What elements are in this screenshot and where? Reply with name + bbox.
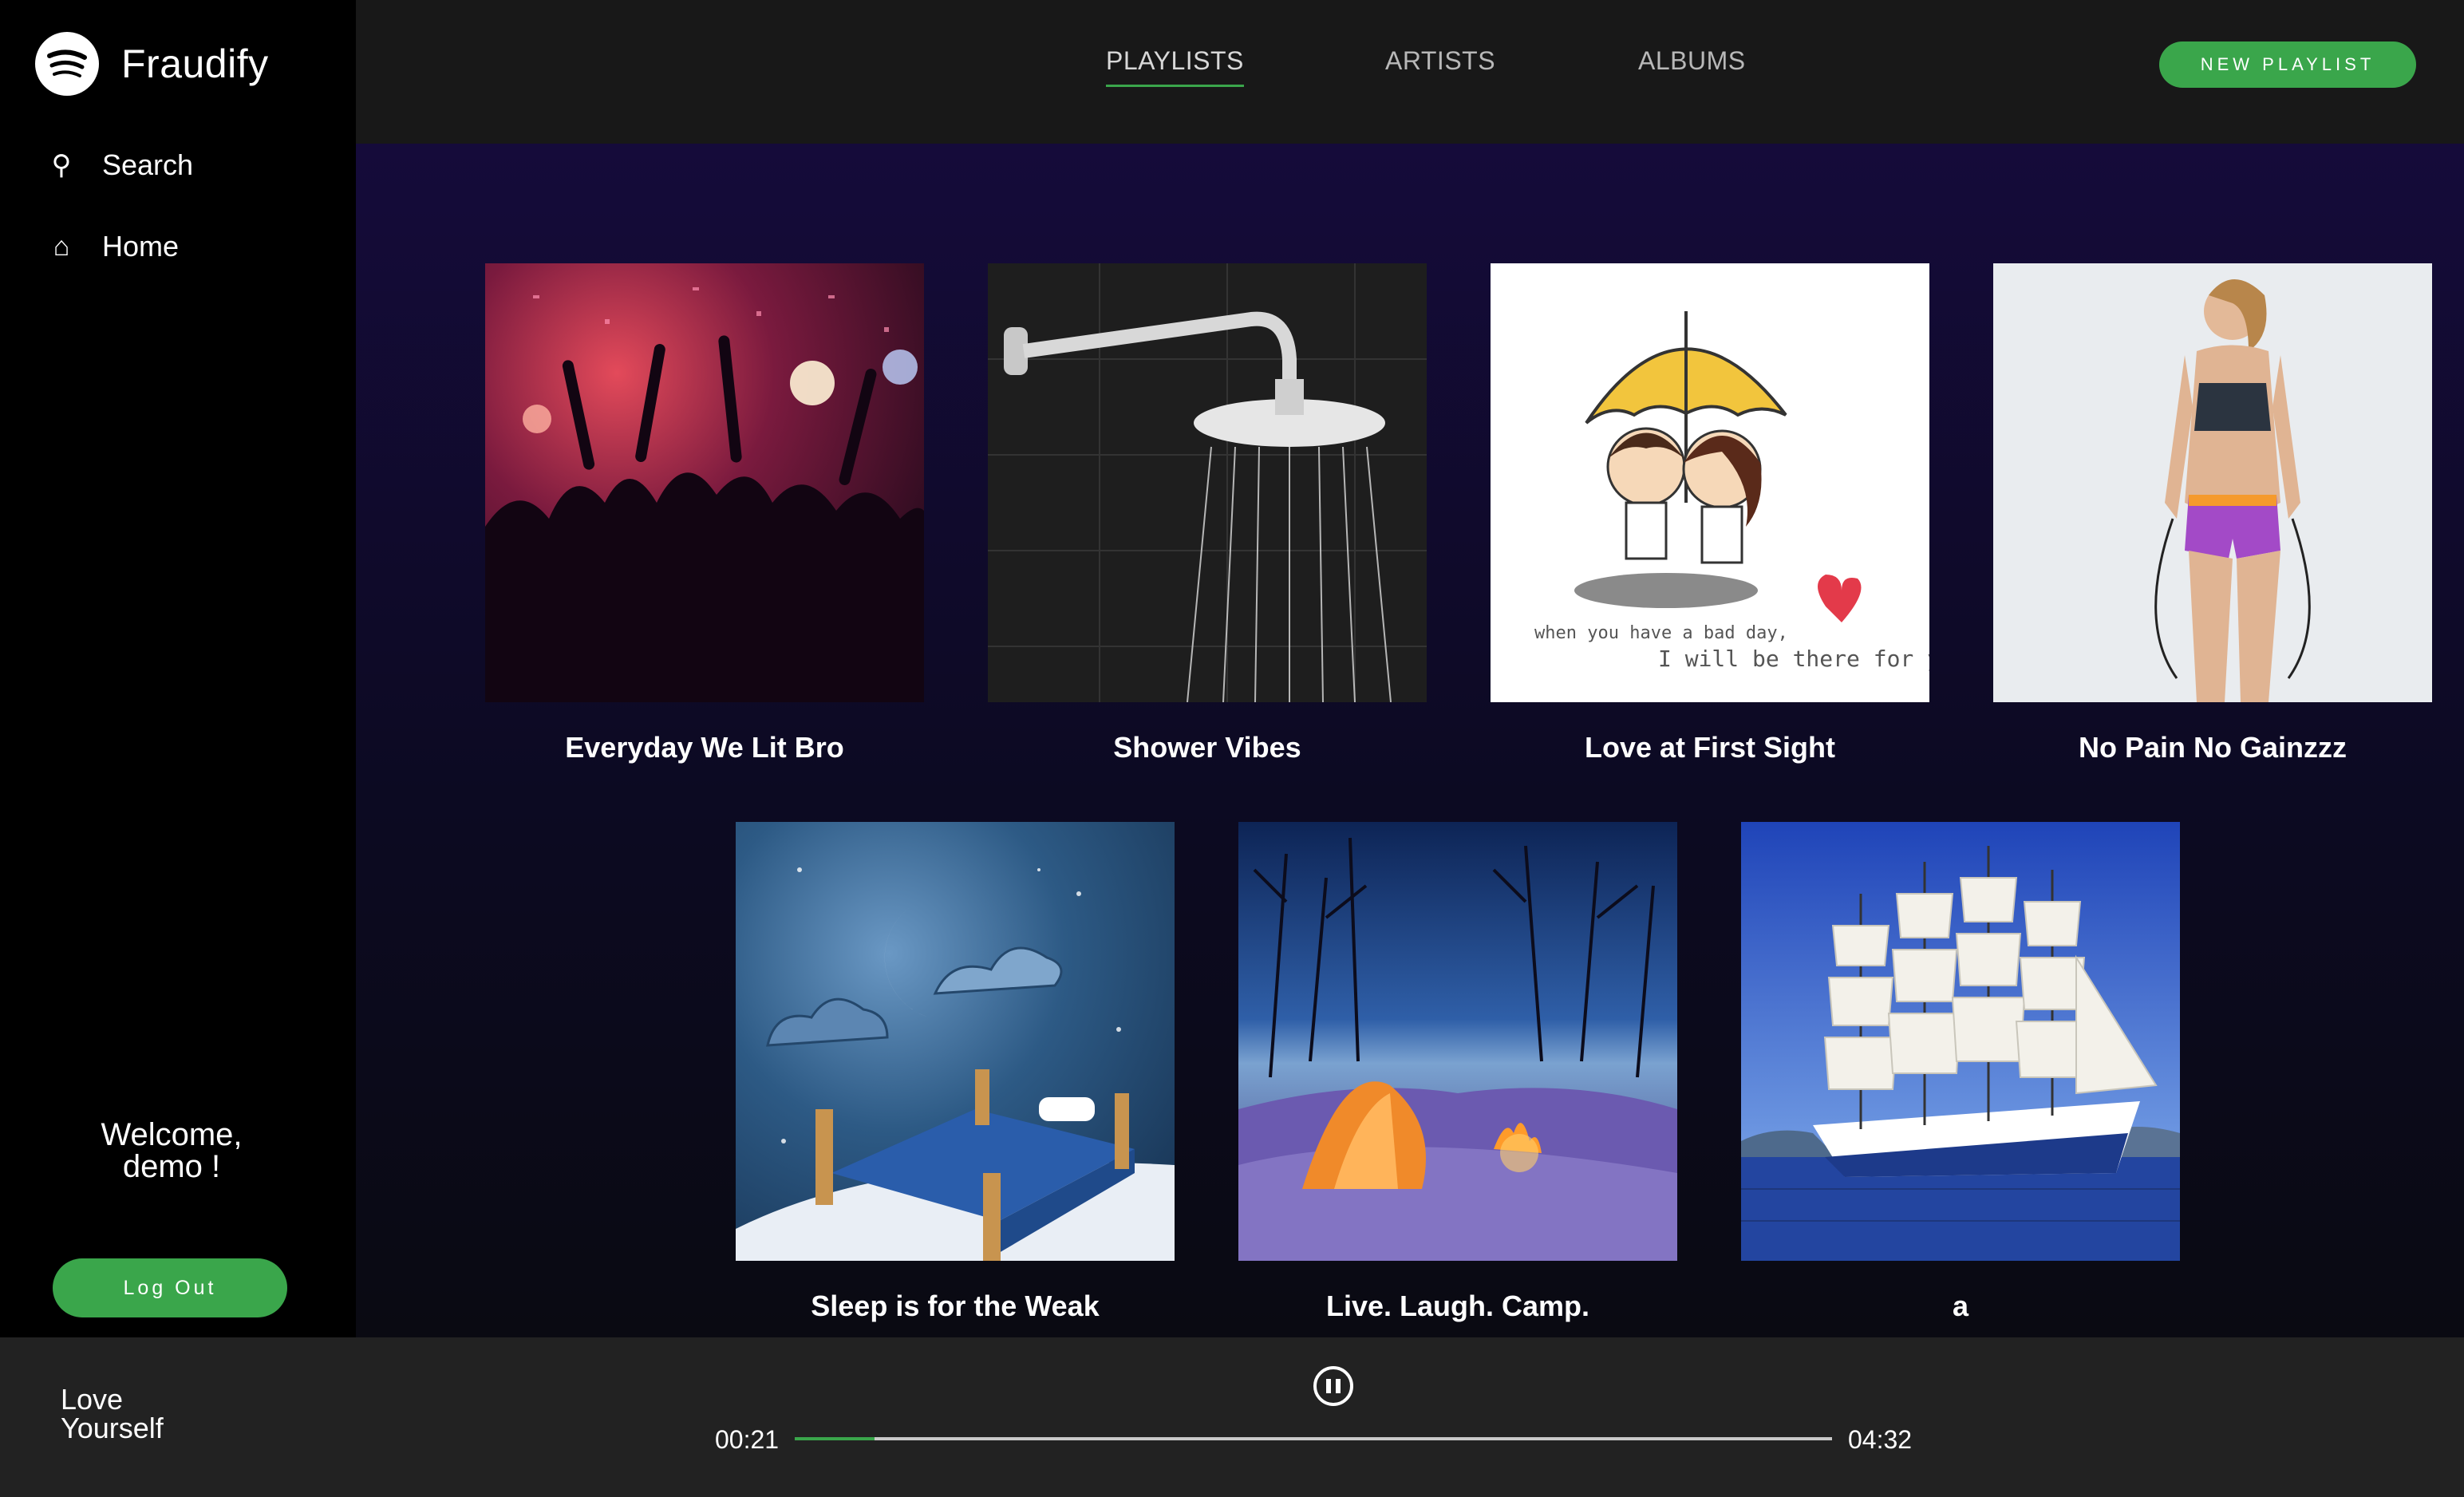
brand[interactable]: Fraudify	[35, 32, 269, 96]
search-icon: ⚲	[51, 150, 72, 180]
log-out-button[interactable]: Log Out	[53, 1258, 287, 1317]
playlist-cover-image[interactable]: when you have a bad day, I will be there…	[1491, 263, 1929, 702]
tab-artists[interactable]: ARTISTS	[1385, 46, 1495, 76]
playlist-card[interactable]: Shower Vibes	[988, 263, 1427, 764]
total-time: 04:32	[1848, 1425, 1913, 1454]
playlist-title[interactable]: a	[1741, 1290, 2180, 1323]
welcome-message: Welcome, demo !	[0, 1119, 343, 1183]
sidebar-item-search[interactable]: ⚲ Search	[49, 148, 194, 182]
playlist-card[interactable]: when you have a bad day, I will be there…	[1491, 263, 1929, 764]
playlist-title[interactable]: Live. Laugh. Camp.	[1238, 1290, 1677, 1323]
pause-icon[interactable]	[1313, 1366, 1353, 1406]
home-icon: ⌂	[53, 231, 70, 262]
playlist-title[interactable]: Sleep is for the Weak	[736, 1290, 1175, 1323]
playlist-card[interactable]: Live. Laugh. Camp.	[1238, 822, 1677, 1323]
top-bar: PLAYLISTS ARTISTS ALBUMS NEW PLAYLIST	[356, 0, 2464, 144]
playlist-title[interactable]: Love at First Sight	[1491, 731, 1929, 764]
sidebar-item-label: Home	[102, 230, 180, 263]
playlist-card[interactable]: a	[1741, 822, 2180, 1323]
cover-caption-line: when you have a bad day,	[1534, 623, 1788, 643]
playlist-title[interactable]: Everyday We Lit Bro	[485, 731, 924, 764]
welcome-line: Welcome,	[101, 1117, 243, 1152]
playlist-title[interactable]: Shower Vibes	[988, 731, 1427, 764]
sidebar-item-home[interactable]: ⌂ Home	[49, 230, 179, 263]
fraudify-logo-icon	[35, 32, 99, 96]
tab-albums[interactable]: ALBUMS	[1638, 46, 1746, 76]
now-playing-title: Love Yourself	[61, 1383, 164, 1444]
playlist-cover-image[interactable]	[1741, 822, 2180, 1261]
playlist-card[interactable]: Sleep is for the Weak	[736, 822, 1175, 1323]
welcome-username: demo !	[122, 1149, 221, 1184]
playlist-title[interactable]: No Pain No Gainzzz	[1993, 731, 2432, 764]
tab-playlists[interactable]: PLAYLISTS	[1106, 46, 1244, 87]
playlist-card[interactable]: Everyday We Lit Bro	[485, 263, 924, 764]
cover-caption-line: I will be there for you.	[1658, 646, 1929, 672]
progress-bar[interactable]	[795, 1437, 1832, 1440]
sidebar: Fraudify ⚲ Search ⌂ Home Welcome, demo !…	[0, 0, 356, 1337]
playlist-card[interactable]: No Pain No Gainzzz	[1993, 263, 2432, 764]
progress-fill	[795, 1437, 875, 1440]
playlist-cover-image[interactable]	[1993, 263, 2432, 702]
current-time: 00:21	[715, 1425, 780, 1454]
playlist-cover-image[interactable]	[736, 822, 1175, 1261]
player-bar: Love Yourself 00:21 04:32	[0, 1337, 2464, 1497]
app-name: Fraudify	[121, 41, 269, 86]
playlist-grid: Everyday We Lit Bro Shower Vibes when yo…	[356, 144, 2464, 1337]
new-playlist-button[interactable]: NEW PLAYLIST	[2159, 41, 2416, 88]
sidebar-item-label: Search	[102, 148, 194, 181]
playlist-cover-image[interactable]	[1238, 822, 1677, 1261]
playlist-cover-image[interactable]	[485, 263, 924, 702]
playlist-cover-image[interactable]	[988, 263, 1427, 702]
